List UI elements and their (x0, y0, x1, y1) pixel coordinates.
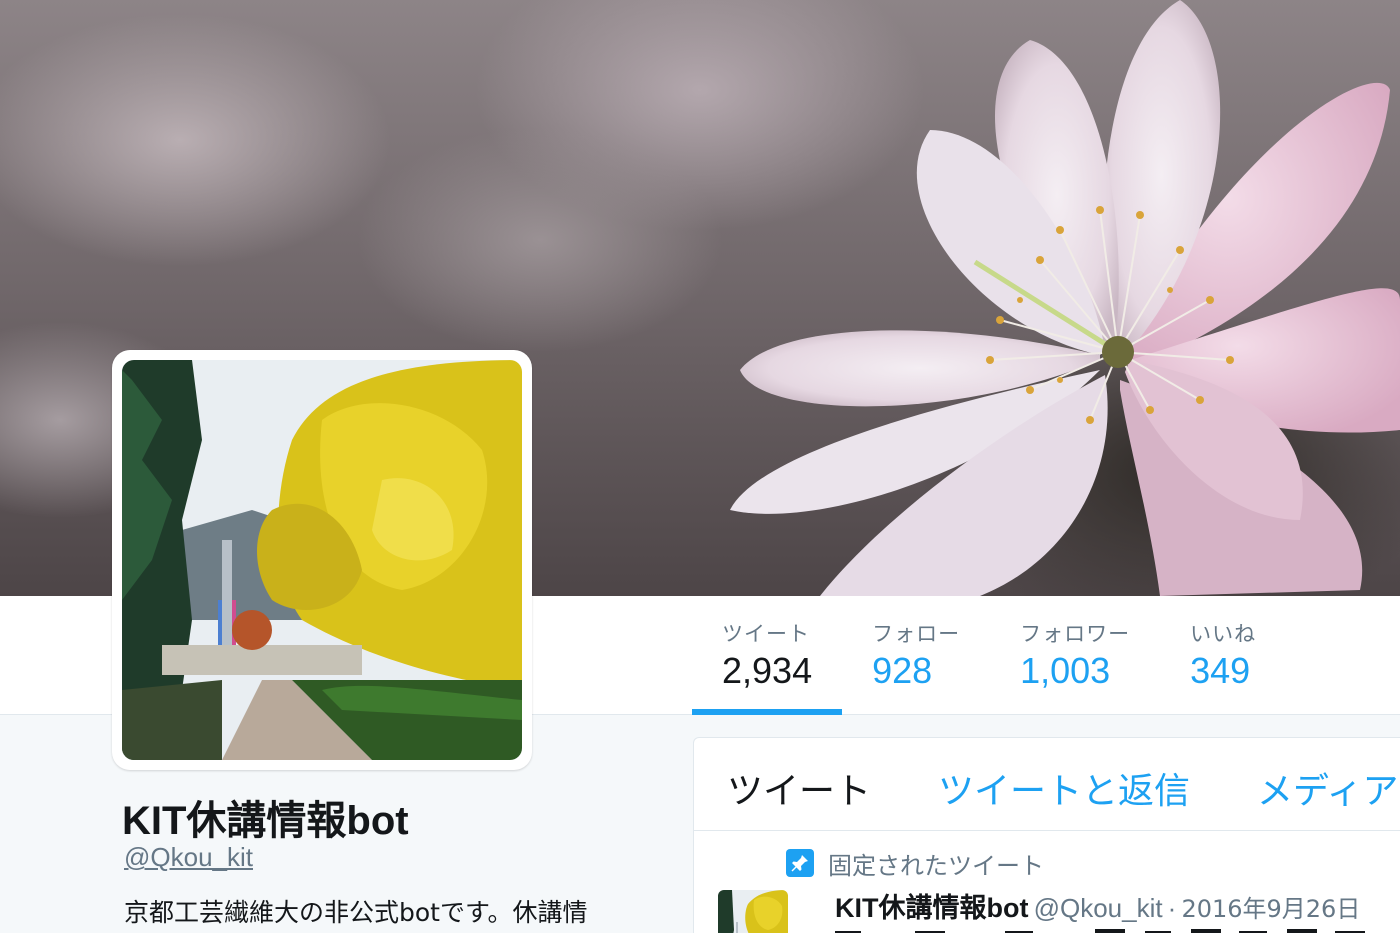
stat-following-value: 928 (872, 650, 933, 691)
pinned-tweet-context: 固定されたツイート (786, 847, 1044, 880)
stat-likes[interactable]: いいね 349 (1160, 596, 1286, 714)
tweet-date-link[interactable]: 2016年9月26日 (1181, 895, 1360, 923)
profile-handle-link[interactable]: @Qkou_kit (124, 842, 253, 873)
tweet-header: KIT休講情報bot @Qkou_kit · 2016年9月26日 (835, 886, 1360, 925)
stat-likes-label: いいね (1190, 622, 1257, 646)
timeline-tabs: ツイート ツイートと返信 メディア (694, 738, 1400, 831)
stat-followers[interactable]: フォロワー 1,003 (990, 596, 1160, 714)
tab-tweets-and-replies[interactable]: ツイートと返信 (938, 762, 1190, 814)
stat-likes-value: 349 (1190, 650, 1251, 691)
tweet-text-cut-off (835, 924, 1395, 933)
pin-icon (786, 849, 814, 877)
tab-tweets[interactable]: ツイート (727, 762, 871, 814)
profile-page: ツイート 2,934 フォロー 928 フォロワー 1,003 いいね 349 (0, 0, 1400, 933)
timeline-panel: ツイート ツイートと返信 メディア 固定されたツイート KIT休講情報bot @… (693, 737, 1400, 933)
stat-following[interactable]: フォロー 928 (842, 596, 990, 714)
avatar-photo (122, 360, 522, 760)
tweet-author-name[interactable]: KIT休講情報bot (835, 893, 1028, 923)
tweet-avatar[interactable] (718, 890, 788, 933)
tweet-avatar-photo (718, 890, 788, 933)
stat-tweets[interactable]: ツイート 2,934 (692, 596, 843, 715)
pinned-tweet-label: 固定されたツイート (828, 851, 1044, 880)
profile-bio: 京都工芸繊維大の非公式botです。休講情 (124, 898, 588, 927)
profile-name: KIT休講情報bot (122, 799, 409, 843)
stat-tweets-label: ツイート (722, 622, 810, 646)
stat-followers-label: フォロワー (1020, 622, 1131, 646)
stat-following-label: フォロー (872, 622, 961, 646)
tab-media[interactable]: メディア (1257, 762, 1398, 814)
tweet-author-handle[interactable]: @Qkou_kit (1034, 893, 1163, 923)
tweet-separator: · (1167, 893, 1177, 923)
stat-followers-value: 1,003 (1020, 650, 1111, 691)
profile-stats: ツイート 2,934 フォロー 928 フォロワー 1,003 いいね 349 (692, 596, 1286, 715)
stat-tweets-value: 2,934 (722, 650, 813, 691)
profile-avatar[interactable] (112, 350, 532, 770)
